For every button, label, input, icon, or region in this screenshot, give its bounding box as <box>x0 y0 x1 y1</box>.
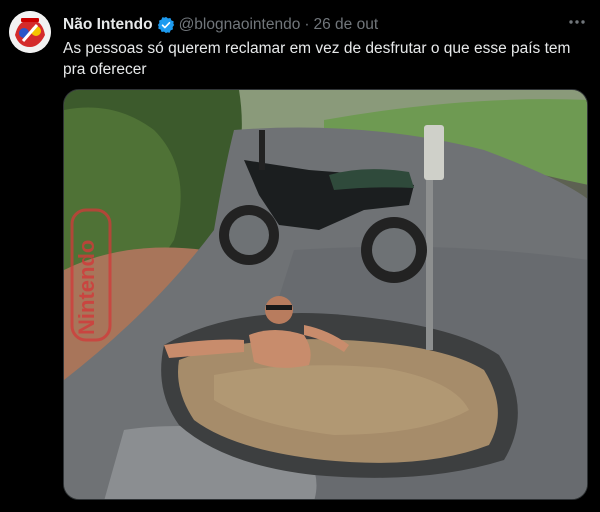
tweet[interactable]: Não Intendo @blognaointendo · 26 de out … <box>0 0 600 512</box>
tweet-text: As pessoas só querem reclamar em vez de … <box>63 40 571 78</box>
handle[interactable]: @blognaointendo <box>179 16 301 34</box>
timestamp[interactable]: 26 de out <box>314 16 379 34</box>
tweet-photo[interactable]: Nintendo <box>63 89 588 500</box>
verified-badge-icon <box>157 16 175 34</box>
separator-dot: · <box>304 16 310 33</box>
avatar[interactable] <box>9 11 51 53</box>
more-horizontal-icon[interactable] <box>567 12 587 32</box>
watermark-text: Nintendo <box>74 240 99 335</box>
display-name[interactable]: Não Intendo <box>63 16 153 34</box>
tweet-header: Não Intendo @blognaointendo · 26 de out <box>63 14 586 36</box>
